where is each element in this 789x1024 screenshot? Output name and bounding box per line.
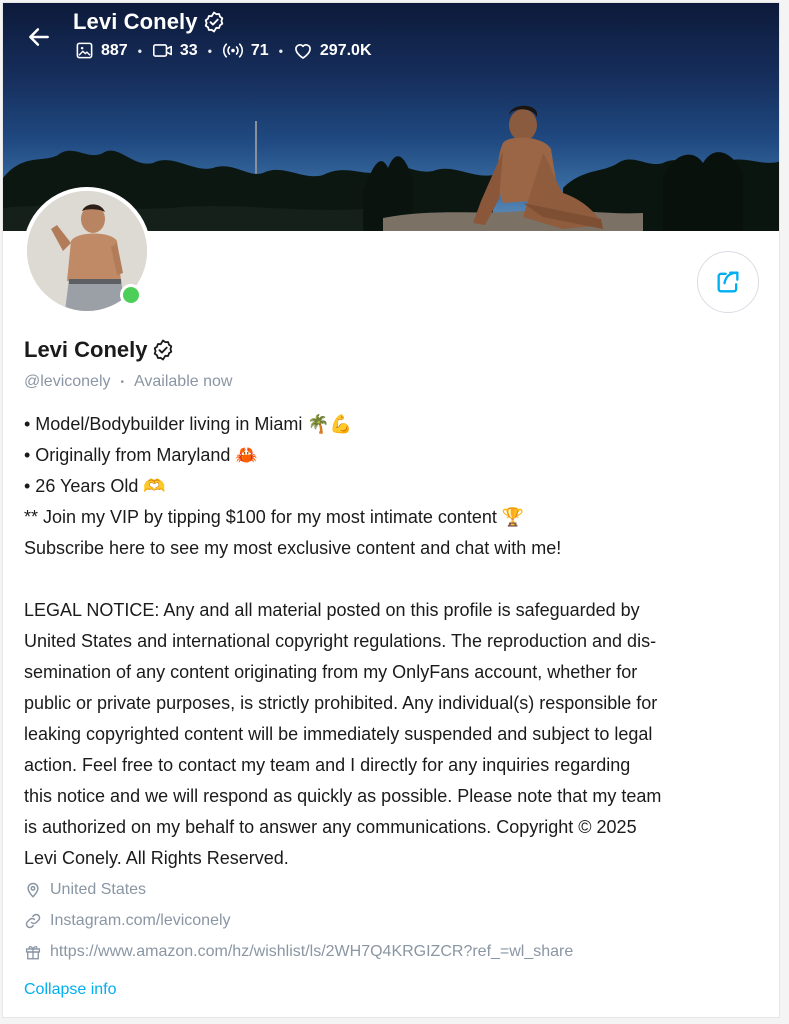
share-button[interactable] bbox=[697, 251, 759, 313]
broadcast-icon bbox=[222, 43, 243, 58]
profile-card: Levi Conely 887 • 33 • 71 • 297.0K Levi … bbox=[2, 2, 780, 1018]
profile-handle[interactable]: @leviconely bbox=[24, 373, 111, 391]
bio-line: ** Join my VIP by tipping $100 for my mo… bbox=[24, 507, 525, 527]
heart-icon bbox=[294, 44, 311, 59]
online-status-dot bbox=[120, 284, 142, 306]
bio-line: • Originally from Maryland 🦀 bbox=[24, 445, 258, 465]
legal-line: Levi Conely. All Rights Reserved. bbox=[24, 848, 289, 868]
location-text: United States bbox=[50, 881, 147, 898]
legal-line: action. Feel free to contact my team and… bbox=[24, 755, 631, 775]
legal-line: United States and international copyrigh… bbox=[24, 631, 657, 651]
stat-videos-value: 33 bbox=[179, 41, 198, 59]
legal-line: this notice and we will respond as quick… bbox=[24, 786, 662, 806]
legal-line: semination of any content originating fr… bbox=[24, 662, 638, 682]
legal-line: public or private purposes, is strictly … bbox=[24, 693, 658, 713]
availability-status: Available now bbox=[134, 373, 233, 390]
profile-name-text: Levi Conely bbox=[24, 337, 148, 362]
location-row: United States bbox=[24, 881, 146, 899]
stat-separator: • bbox=[137, 43, 142, 58]
gift-icon bbox=[25, 946, 41, 960]
stat-photos-value: 887 bbox=[101, 41, 128, 59]
avatar[interactable] bbox=[23, 187, 151, 315]
video-icon bbox=[152, 44, 172, 57]
handle-separator: • bbox=[120, 376, 125, 388]
verified-icon bbox=[204, 11, 223, 33]
website-link[interactable]: Instagram.com/leviconely bbox=[50, 912, 231, 930]
handle-row: @leviconely • Available now bbox=[24, 373, 232, 391]
location-pin-icon bbox=[27, 882, 39, 898]
bio-spacer bbox=[24, 564, 769, 595]
legal-line: LEGAL NOTICE: Any and all material poste… bbox=[24, 600, 640, 620]
bio-line: • 26 Years Old 🫶 bbox=[24, 476, 166, 496]
stat-videos[interactable]: 33 bbox=[152, 41, 198, 60]
stat-likes-value: 297.0K bbox=[319, 41, 372, 59]
share-icon bbox=[717, 271, 739, 293]
header-stats: 887 • 33 • 71 • 297.0K bbox=[75, 41, 372, 60]
back-arrow-icon bbox=[29, 28, 49, 46]
header-title: Levi Conely bbox=[73, 9, 226, 35]
back-button[interactable] bbox=[21, 19, 57, 55]
bio-line: Subscribe here to see my most exclusive … bbox=[24, 538, 562, 558]
image-icon bbox=[76, 42, 93, 59]
wishlist-row[interactable]: https://www.amazon.com/hz/wishlist/ls/2W… bbox=[24, 943, 573, 961]
stat-likes[interactable]: 297.0K bbox=[293, 41, 372, 60]
stat-separator: • bbox=[278, 43, 283, 58]
stat-streams-value: 71 bbox=[250, 41, 269, 59]
profile-bio: • Model/Bodybuilder living in Miami 🌴💪 •… bbox=[24, 409, 769, 874]
stat-separator: • bbox=[207, 43, 212, 58]
link-icon bbox=[25, 913, 41, 929]
legal-line: leaking copyrighted content will be imme… bbox=[24, 724, 653, 744]
bio-line: • Model/Bodybuilder living in Miami 🌴💪 bbox=[24, 414, 353, 434]
legal-line: is authorized on my behalf to answer any… bbox=[24, 817, 637, 837]
verified-icon bbox=[154, 339, 173, 361]
header-title-text: Levi Conely bbox=[73, 9, 198, 34]
collapse-info-link[interactable]: Collapse info bbox=[24, 981, 117, 999]
website-row[interactable]: Instagram.com/leviconely bbox=[24, 912, 231, 930]
wishlist-link[interactable]: https://www.amazon.com/hz/wishlist/ls/2W… bbox=[50, 943, 573, 961]
stat-streams[interactable]: 71 bbox=[222, 41, 269, 60]
legal-notice: LEGAL NOTICE: Any and all material poste… bbox=[24, 595, 769, 874]
profile-name: Levi Conely bbox=[24, 337, 175, 363]
stat-photos[interactable]: 887 bbox=[75, 41, 128, 60]
